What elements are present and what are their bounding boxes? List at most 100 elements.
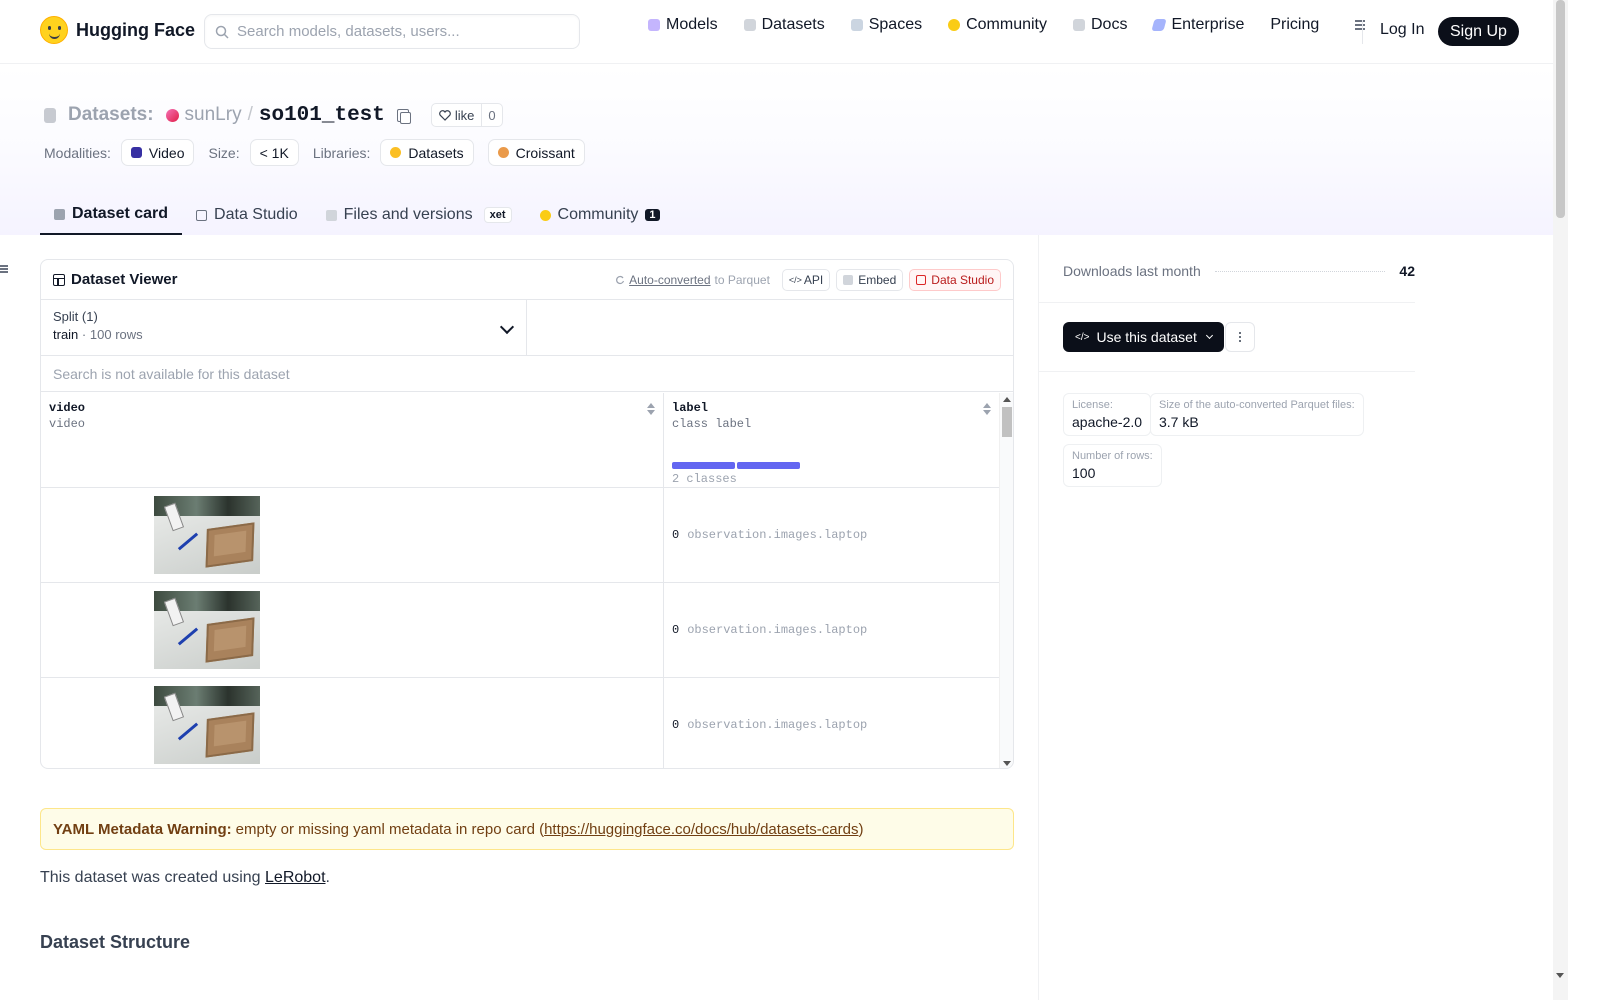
sort-icon[interactable]	[647, 403, 655, 415]
lerobot-link[interactable]: LeRobot	[265, 869, 326, 886]
video-thumbnail[interactable]	[154, 686, 260, 764]
nav-models[interactable]: Models	[648, 16, 718, 34]
tags-row: Modalities: Video Size: < 1K Libraries: …	[44, 139, 591, 166]
label-value: 0	[672, 718, 680, 732]
scroll-down-icon[interactable]	[1556, 973, 1564, 978]
repo-tabs: Dataset card Data Studio Files and versi…	[40, 195, 674, 235]
use-this-dataset-button[interactable]: </> Use this dataset	[1063, 322, 1224, 352]
api-button[interactable]: </> API	[781, 268, 831, 291]
table-row[interactable]: 0 observation.images.laptop	[41, 488, 999, 583]
table-icon	[916, 274, 927, 285]
sort-icon[interactable]	[983, 403, 991, 415]
login-link[interactable]: Log In	[1380, 21, 1424, 39]
viewer-actions: Auto-converted to Parquet </> API Embed D…	[615, 268, 1001, 291]
croissant-icon	[497, 147, 509, 158]
nav-docs[interactable]: Docs	[1073, 16, 1127, 34]
license-stat[interactable]: License: apache-2.0	[1063, 393, 1152, 436]
repo-name[interactable]: so101_test	[259, 104, 385, 127]
table-row[interactable]: 0 observation.images.laptop	[41, 583, 999, 678]
table-icon	[196, 209, 208, 221]
rows-stat: Number of rows: 100	[1063, 444, 1162, 487]
search-input[interactable]	[237, 23, 557, 40]
hf-emoji-icon	[390, 147, 402, 158]
refresh-icon	[616, 275, 625, 284]
parquet-size-stat: Size of the auto-converted Parquet files…	[1150, 393, 1364, 436]
class-bar[interactable]	[737, 462, 800, 469]
label-name: observation.images.laptop	[687, 623, 868, 637]
community-icon	[539, 209, 551, 221]
class-bar[interactable]	[672, 462, 735, 469]
library-tag-croissant[interactable]: Croissant	[487, 139, 585, 166]
spaces-icon	[850, 19, 863, 31]
sidebar-toggle-icon[interactable]	[0, 265, 10, 275]
like-button[interactable]: like 0	[430, 103, 503, 127]
embed-button[interactable]: Embed	[836, 268, 904, 291]
tab-files-and-versions[interactable]: Files and versions xet	[312, 195, 526, 235]
column-header-label[interactable]: label class label 2 classes	[664, 393, 999, 487]
hf-logo[interactable]: Hugging Face	[40, 16, 195, 44]
heart-icon	[439, 109, 451, 121]
enterprise-icon	[1151, 19, 1168, 31]
page-scrollbar-thumb[interactable]	[1556, 0, 1565, 218]
repo-owner[interactable]: sunLry	[185, 104, 242, 126]
search-icon	[215, 25, 229, 39]
repo-header: Datasets: sunLry / so101_test like 0 Mod…	[0, 65, 1553, 235]
scroll-down-icon[interactable]	[1003, 761, 1011, 766]
signup-button[interactable]: Sign Up	[1438, 17, 1519, 46]
more-options-button[interactable]	[1225, 322, 1255, 352]
viewer-title: Dataset Viewer	[53, 271, 177, 288]
video-thumbnail[interactable]	[154, 591, 260, 669]
table-scrollbar[interactable]	[999, 393, 1013, 768]
page-scrollbar[interactable]	[1553, 0, 1568, 1000]
nav-enterprise[interactable]: Enterprise	[1151, 16, 1244, 34]
scroll-up-icon[interactable]	[1003, 397, 1011, 402]
code-icon: </>	[1075, 331, 1090, 343]
nav-spaces[interactable]: Spaces	[850, 16, 922, 34]
modalities-label: Modalities:	[44, 144, 111, 161]
video-thumbnail[interactable]	[154, 496, 260, 574]
viewer-header: Dataset Viewer Auto-converted to Parquet…	[41, 260, 1013, 300]
datasets-cards-link[interactable]: https://huggingface.co/docs/hub/datasets…	[544, 821, 858, 838]
split-selector[interactable]: Split (1) train · 100 rows	[41, 300, 527, 355]
models-icon	[648, 19, 660, 31]
table-row[interactable]: 0 observation.images.laptop	[41, 678, 999, 768]
scrollbar-thumb[interactable]	[1002, 407, 1012, 437]
nav-links: Models Datasets Spaces Community Docs En…	[648, 16, 1366, 34]
viewer-search-disabled: Search is not available for this dataset	[41, 356, 1013, 392]
libraries-label: Libraries:	[312, 144, 371, 161]
tab-data-studio[interactable]: Data Studio	[182, 195, 312, 235]
modality-tag-video[interactable]: Video	[120, 139, 195, 166]
section-heading: Dataset Structure	[40, 932, 191, 952]
split-value: train · 100 rows	[53, 327, 143, 342]
title-prefix[interactable]: Datasets:	[68, 104, 154, 126]
table-header: video video label class label 2 classes	[41, 393, 999, 488]
auto-converted-link[interactable]: Auto-converted	[629, 273, 710, 287]
user-avatar	[165, 108, 179, 122]
size-tag[interactable]: < 1K	[249, 139, 299, 166]
grid-icon	[53, 273, 65, 286]
label-value: 0	[672, 528, 680, 542]
search-box[interactable]	[204, 14, 580, 49]
tab-dataset-card[interactable]: Dataset card	[40, 195, 183, 235]
nav-datasets[interactable]: Datasets	[743, 16, 825, 34]
chevron-down-icon	[1205, 331, 1213, 340]
tab-community[interactable]: Community 1	[526, 195, 674, 235]
datasets-icon	[743, 19, 756, 31]
nav-pricing[interactable]: Pricing	[1270, 16, 1319, 34]
library-tag-datasets[interactable]: Datasets	[380, 139, 474, 166]
code-icon: </>	[788, 274, 802, 285]
downloads-stat: Downloads last month 42	[1063, 263, 1415, 279]
xet-badge: xet	[483, 207, 512, 223]
hugging-face-emoji-icon	[40, 16, 68, 44]
column-header-video[interactable]: video video	[41, 393, 664, 487]
auto-converted-note: Auto-converted to Parquet	[615, 273, 770, 287]
data-studio-button[interactable]: Data Studio	[909, 268, 1001, 291]
video-icon	[130, 147, 142, 158]
copy-icon[interactable]	[396, 108, 411, 124]
label-name: observation.images.laptop	[687, 718, 868, 732]
like-label: like	[454, 107, 475, 123]
data-table: video video label class label 2 classes …	[41, 393, 999, 768]
card-icon	[54, 208, 65, 220]
size-label: Size:	[208, 144, 240, 161]
nav-community[interactable]: Community	[948, 16, 1047, 34]
